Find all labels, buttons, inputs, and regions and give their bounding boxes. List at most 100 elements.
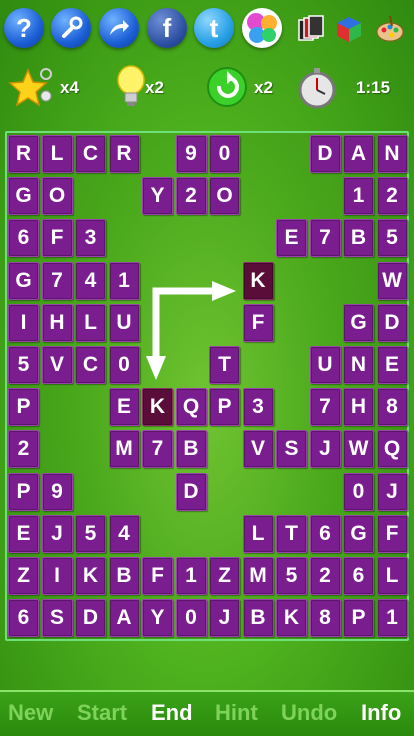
tile[interactable]: K xyxy=(75,557,106,595)
tile[interactable]: Z xyxy=(209,557,240,595)
tile[interactable]: 7 xyxy=(41,261,73,300)
tile[interactable]: 4 xyxy=(108,514,140,553)
cube-icon[interactable] xyxy=(334,14,364,44)
tile-selected[interactable]: K xyxy=(142,388,173,427)
tile[interactable]: 2 xyxy=(175,177,207,216)
tile[interactable]: 5 xyxy=(75,514,106,553)
tile[interactable]: Z xyxy=(8,557,39,595)
tile[interactable]: L xyxy=(242,514,274,553)
tile[interactable]: 7 xyxy=(309,219,341,258)
tile-selected[interactable]: K xyxy=(242,261,274,300)
tile[interactable]: W xyxy=(376,261,408,300)
hint-button[interactable]: Hint xyxy=(215,700,258,726)
tile[interactable]: F xyxy=(242,303,274,342)
tile[interactable]: G xyxy=(8,177,39,216)
share-icon[interactable] xyxy=(99,8,139,48)
tile[interactable]: 2 xyxy=(8,430,39,469)
new-button[interactable]: New xyxy=(8,700,53,726)
tile[interactable]: F xyxy=(41,219,73,258)
tile[interactable]: 5 xyxy=(276,557,307,595)
tile[interactable]: D xyxy=(309,135,341,173)
tile[interactable]: M xyxy=(108,430,140,469)
tile[interactable]: M xyxy=(242,557,274,595)
tile[interactable]: V xyxy=(242,430,274,469)
tile[interactable]: P xyxy=(209,388,240,427)
tile[interactable]: D xyxy=(376,303,408,342)
tile[interactable]: H xyxy=(41,303,73,342)
tile[interactable]: J xyxy=(376,472,408,511)
cards-icon[interactable] xyxy=(296,14,326,44)
twitter-icon[interactable]: t xyxy=(194,8,234,48)
tile[interactable]: 1 xyxy=(175,557,207,595)
palette-icon[interactable] xyxy=(375,14,405,44)
tile[interactable]: 9 xyxy=(41,472,73,511)
tile[interactable]: O xyxy=(209,177,240,216)
tile[interactable]: S xyxy=(276,430,307,469)
info-button[interactable]: Info xyxy=(361,700,401,726)
tile[interactable]: E xyxy=(276,219,307,258)
tile[interactable]: J xyxy=(209,599,240,638)
tile[interactable]: 2 xyxy=(309,557,341,595)
tile[interactable]: 6 xyxy=(8,219,39,258)
tile[interactable]: G xyxy=(8,261,39,300)
tile[interactable]: N xyxy=(376,135,408,173)
end-button[interactable]: End xyxy=(151,700,193,726)
tile[interactable]: B xyxy=(108,557,140,595)
tile[interactable]: 0 xyxy=(108,346,140,384)
start-button[interactable]: Start xyxy=(77,700,127,726)
tile[interactable]: F xyxy=(142,557,173,595)
tile[interactable]: K xyxy=(276,599,307,638)
tile[interactable]: L xyxy=(75,303,106,342)
tile[interactable]: C xyxy=(75,346,106,384)
tile[interactable]: 3 xyxy=(75,219,106,258)
tile[interactable]: 3 xyxy=(242,388,274,427)
undo-button[interactable]: Undo xyxy=(281,700,337,726)
tile[interactable]: E xyxy=(376,346,408,384)
tile[interactable]: R xyxy=(8,135,39,173)
tile[interactable]: J xyxy=(309,430,341,469)
tile[interactable]: O xyxy=(41,177,73,216)
game-center-icon[interactable] xyxy=(242,8,282,48)
tile[interactable]: Q xyxy=(376,430,408,469)
tile[interactable]: 0 xyxy=(175,599,207,638)
tile[interactable]: 9 xyxy=(175,135,207,173)
tile[interactable]: R xyxy=(108,135,140,173)
tile[interactable]: W xyxy=(343,430,374,469)
tile[interactable]: 6 xyxy=(309,514,341,553)
tile[interactable]: P xyxy=(343,599,374,638)
tile[interactable]: I xyxy=(8,303,39,342)
tile[interactable]: 5 xyxy=(376,219,408,258)
tile[interactable]: G xyxy=(343,514,374,553)
tile[interactable]: B xyxy=(175,430,207,469)
tile[interactable]: Y xyxy=(142,177,173,216)
tile[interactable]: A xyxy=(108,599,140,638)
help-icon[interactable]: ? xyxy=(4,8,44,48)
tile[interactable]: B xyxy=(343,219,374,258)
tile[interactable]: V xyxy=(41,346,73,384)
tile[interactable]: T xyxy=(209,346,240,384)
tile[interactable]: J xyxy=(41,514,73,553)
tile[interactable]: 7 xyxy=(309,388,341,427)
tile[interactable]: B xyxy=(242,599,274,638)
tile[interactable]: 2 xyxy=(376,177,408,216)
tile[interactable]: U xyxy=(108,303,140,342)
tile[interactable]: L xyxy=(41,135,73,173)
tile[interactable]: 1 xyxy=(108,261,140,300)
tile[interactable]: I xyxy=(41,557,73,595)
tile[interactable]: 0 xyxy=(343,472,374,511)
tile[interactable]: 6 xyxy=(343,557,374,595)
settings-wrench-icon[interactable] xyxy=(51,8,91,48)
tile[interactable]: Y xyxy=(142,599,173,638)
tile[interactable]: Q xyxy=(175,388,207,427)
tile[interactable]: A xyxy=(343,135,374,173)
tile[interactable]: D xyxy=(75,599,106,638)
tile[interactable]: S xyxy=(41,599,73,638)
tile[interactable]: L xyxy=(376,557,408,595)
tile[interactable]: 1 xyxy=(343,177,374,216)
tile[interactable]: N xyxy=(343,346,374,384)
tile[interactable]: 0 xyxy=(209,135,240,173)
tile[interactable]: E xyxy=(8,514,39,553)
tile[interactable]: 8 xyxy=(309,599,341,638)
tile[interactable]: U xyxy=(309,346,341,384)
facebook-icon[interactable]: f xyxy=(147,8,187,48)
